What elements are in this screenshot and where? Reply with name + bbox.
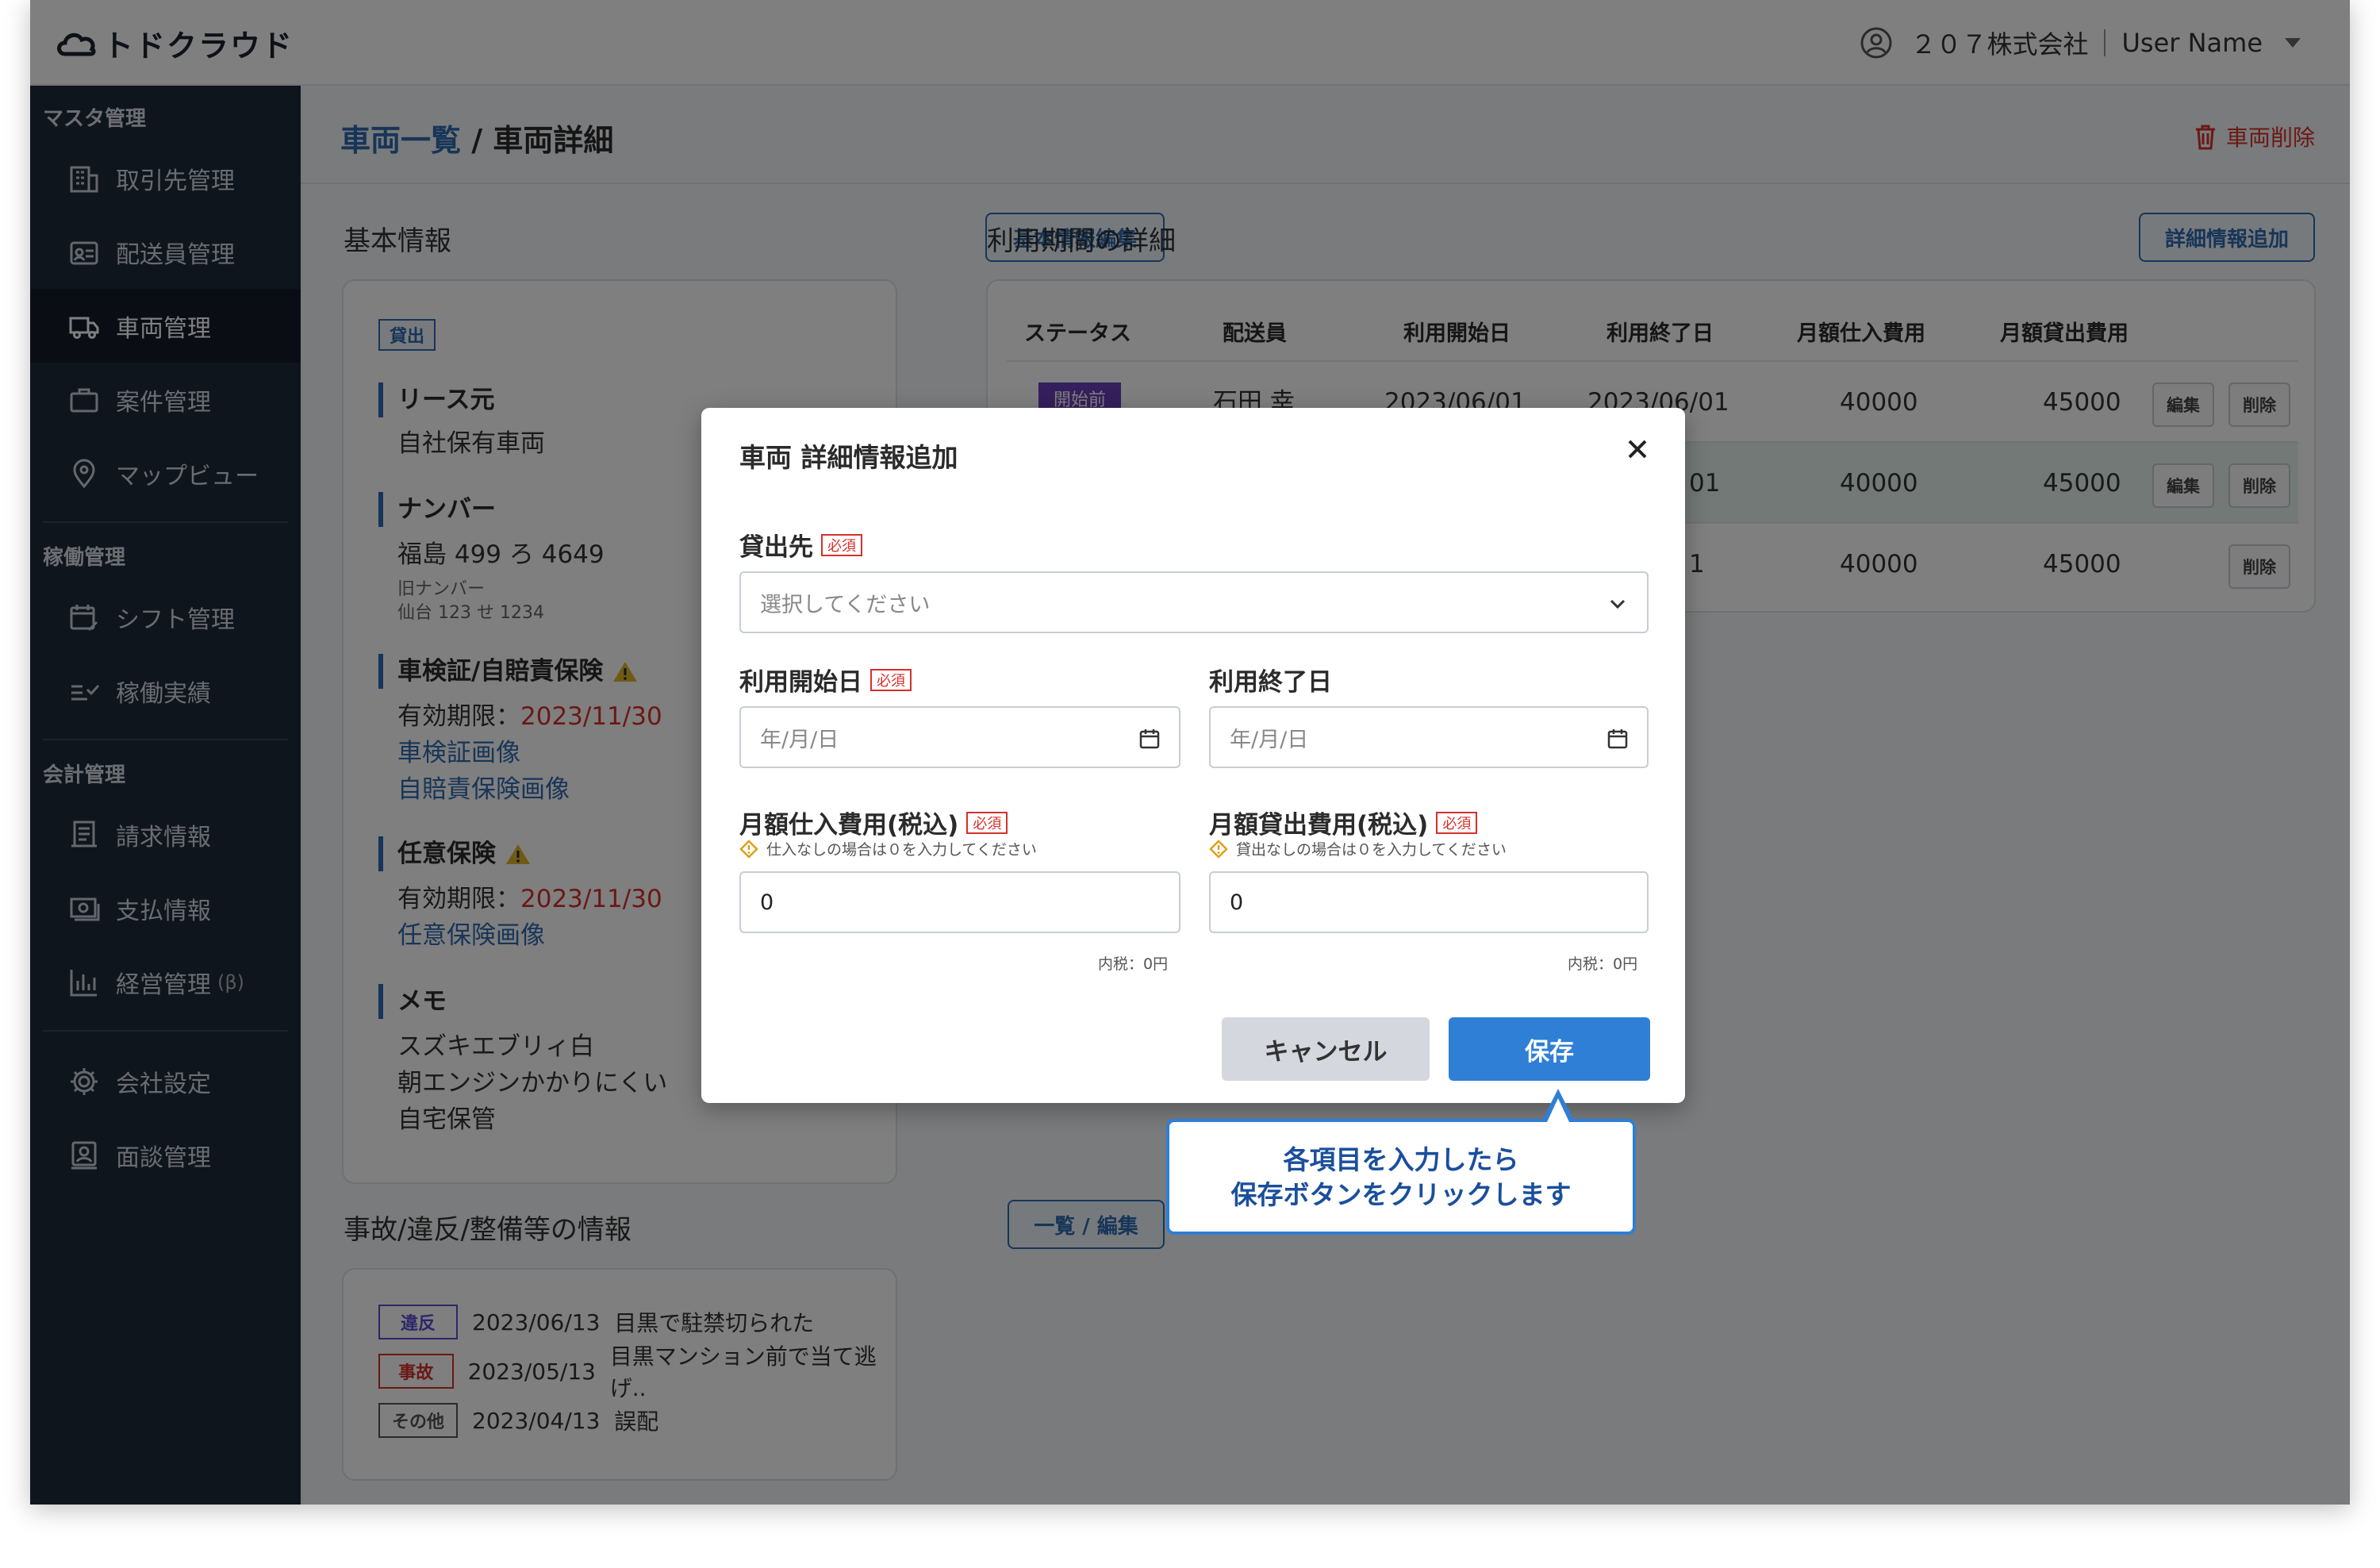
chevron-down-icon — [1610, 599, 1626, 609]
start-date-label: 利用開始日 必須 — [739, 662, 912, 698]
callout-line: 保存ボタンをクリックします — [1230, 1179, 1572, 1210]
lender-label-text: 貸出先 — [739, 533, 813, 562]
start-date-label-text: 利用開始日 — [739, 668, 862, 697]
rental-tax-note: 内税：0円 — [1568, 955, 1638, 973]
rental-cost-input[interactable]: 0 — [1209, 871, 1649, 933]
purchase-hint-text: 仕入なしの場合は０を入力してください — [766, 841, 1037, 859]
rental-cost-value: 0 — [1230, 890, 1244, 915]
required-badge: 必須 — [821, 533, 862, 556]
calendar-icon — [1139, 729, 1160, 749]
purchase-cost-input[interactable]: 0 — [739, 871, 1180, 933]
save-button[interactable]: 保存 — [1449, 1017, 1650, 1081]
instruction-callout: 各項目を入力したら 保存ボタンをクリックします — [1166, 1119, 1636, 1235]
end-date-input[interactable]: 年/月/日 — [1209, 706, 1649, 768]
rental-cost-label: 月額貸出費用(税込) 必須 — [1209, 805, 1478, 840]
end-date-placeholder: 年/月/日 — [1230, 727, 1309, 752]
required-badge: 必須 — [870, 668, 912, 691]
purchase-hint: 仕入なしの場合は０を入力してください — [739, 838, 1037, 859]
close-icon[interactable] — [1620, 432, 1655, 467]
start-date-input[interactable]: 年/月/日 — [739, 706, 1180, 768]
rental-hint-text: 貸出なしの場合は０を入力してください — [1236, 841, 1507, 859]
app-window: トドクラウド ２０７株式会社 User Name マスタ管理 取引先管理 配送員… — [30, 0, 2350, 1505]
rental-hint: 貸出なしの場合は０を入力してください — [1209, 838, 1507, 859]
info-diamond-icon — [1209, 839, 1228, 859]
callout-pointer-inner — [1547, 1098, 1569, 1122]
lender-select[interactable]: 選択してください — [739, 571, 1649, 633]
purchase-cost-value: 0 — [760, 890, 774, 915]
add-detail-modal: 車両 詳細情報追加 貸出先 必須 選択してください 利用開始日 必須 年/月/日 利… — [701, 408, 1685, 1103]
info-diamond-icon — [739, 839, 758, 859]
start-date-placeholder: 年/月/日 — [760, 727, 839, 752]
modal-title: 車両 詳細情報追加 — [739, 442, 958, 473]
required-badge: 必須 — [966, 811, 1008, 834]
required-badge: 必須 — [1436, 811, 1478, 834]
lender-placeholder: 選択してください — [760, 592, 931, 617]
purchase-cost-label-text: 月額仕入費用(税込) — [739, 811, 959, 840]
end-date-label: 利用終了日 — [1209, 662, 1332, 698]
calendar-icon — [1607, 729, 1628, 749]
lender-label: 貸出先 必須 — [739, 527, 862, 563]
end-date-label-text: 利用終了日 — [1209, 668, 1332, 697]
purchase-tax-note: 内税：0円 — [1098, 955, 1169, 973]
cancel-button[interactable]: キャンセル — [1222, 1017, 1430, 1081]
callout-line: 各項目を入力したら — [1283, 1144, 1519, 1175]
purchase-cost-label: 月額仕入費用(税込) 必須 — [739, 805, 1008, 840]
rental-cost-label-text: 月額貸出費用(税込) — [1209, 811, 1429, 840]
